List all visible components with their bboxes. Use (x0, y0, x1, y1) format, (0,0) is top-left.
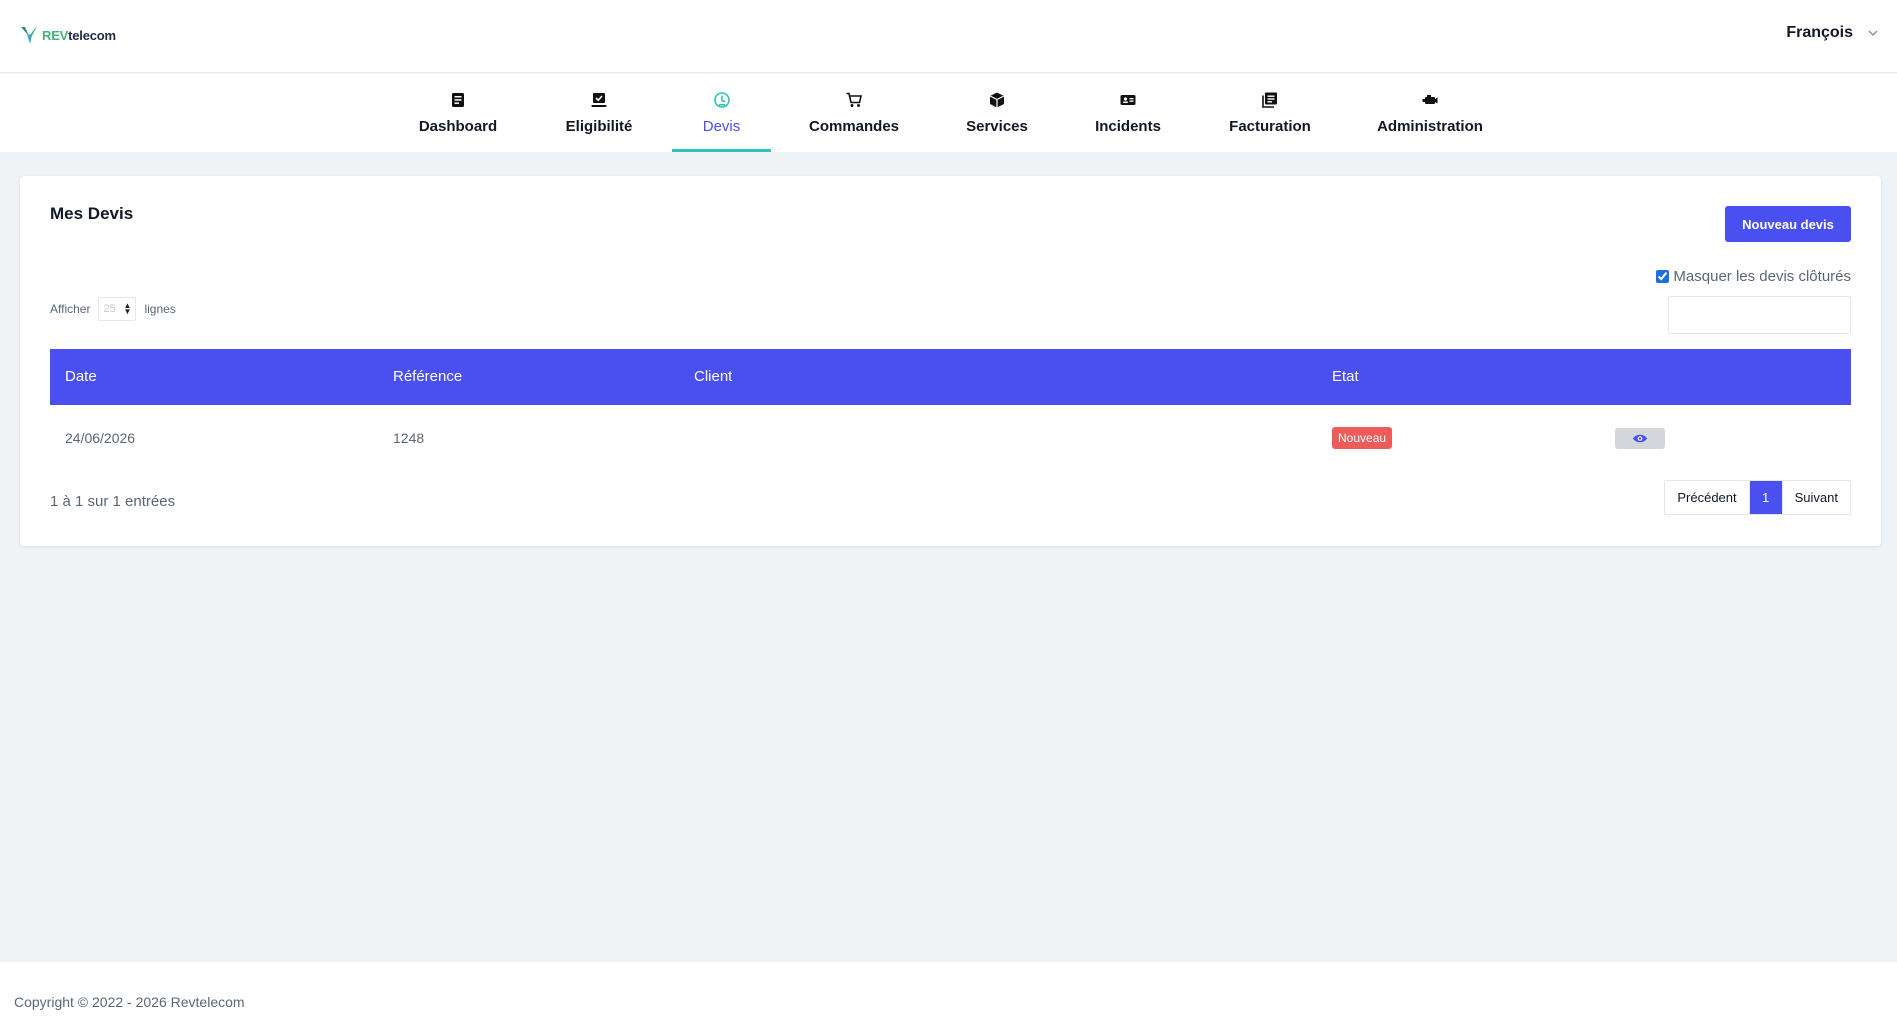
tab-commandes[interactable]: Commandes (808, 74, 900, 152)
tab-label: Commandes (808, 118, 900, 135)
chevron-down-icon (1868, 30, 1878, 36)
page-length-control: Afficher 25 ▲ ▼ lignes (50, 297, 176, 321)
tab-label: Incidents (1095, 118, 1161, 135)
quotes-card: Mes Devis Nouveau devis Masquer les devi… (20, 176, 1881, 546)
logo-text: REVtelecom (42, 27, 116, 43)
sort-arrows-icon: ▲ ▼ (123, 301, 132, 316)
copyright-text: Copyright © 2022 - 2026 Revtelecom (14, 994, 245, 1010)
column-header-date[interactable]: Date (65, 368, 97, 385)
top-header: REVtelecom François (0, 0, 1897, 73)
pagination-previous[interactable]: Précédent (1665, 481, 1749, 514)
invoice-icon (1262, 92, 1277, 108)
tab-administration[interactable]: Administration (1377, 74, 1483, 152)
hide-closed-checkbox[interactable] (1656, 270, 1670, 283)
pagination: Précédent 1 Suivant (1664, 480, 1851, 515)
dashboard-icon (452, 93, 464, 107)
table-row[interactable]: 24/06/2026 1248 Nouveau (50, 405, 1851, 471)
eligibility-icon (591, 93, 607, 107)
pagination-next[interactable]: Suivant (1781, 481, 1850, 514)
tab-services[interactable]: Services (966, 74, 1028, 152)
tab-label: Administration (1377, 118, 1483, 135)
hide-closed-toggle[interactable]: Masquer les devis clôturés (1656, 268, 1851, 285)
tab-label: Facturation (1229, 118, 1311, 135)
tab-incidents[interactable]: Incidents (1095, 74, 1161, 152)
logo-icon (21, 26, 37, 44)
tab-label: Services (966, 118, 1028, 135)
view-quote-button[interactable] (1615, 428, 1665, 449)
brand-logo[interactable]: REVtelecom (19, 24, 116, 46)
tab-facturation[interactable]: Facturation (1229, 74, 1311, 152)
tab-label: Dashboard (418, 118, 498, 135)
cell-reference: 1248 (393, 430, 425, 446)
admin-icon (1422, 95, 1438, 104)
new-quote-button[interactable]: Nouveau devis (1725, 206, 1851, 242)
tab-eligibilite[interactable]: Eligibilité (563, 74, 635, 152)
ticket-icon (1120, 95, 1136, 105)
table-header: Date Référence Client Etat (50, 349, 1851, 405)
tab-devis[interactable]: Devis (672, 74, 771, 152)
cart-icon (846, 92, 863, 107)
page-footer: Copyright © 2022 - 2026 Revtelecom (0, 962, 1897, 1017)
quotes-table: Date Référence Client Etat 24/06/2026 12… (50, 349, 1851, 471)
column-header-client[interactable]: Client (694, 368, 732, 385)
hide-closed-label: Masquer les devis clôturés (1673, 268, 1851, 285)
page-length-value: 25 (103, 303, 116, 315)
user-menu[interactable]: François (1786, 24, 1879, 42)
page-length-select[interactable]: 25 ▲ ▼ (98, 297, 137, 321)
table-info: 1 à 1 sur 1 entrées (50, 493, 176, 510)
tab-label: Devis (702, 118, 741, 135)
tab-label: Eligibilité (565, 118, 633, 135)
main-nav: Dashboard Eligibilité Devis Commandes Se… (0, 74, 1897, 152)
status-badge: Nouveau (1332, 427, 1393, 449)
length-prefix: Afficher (50, 302, 91, 316)
eye-icon (1633, 434, 1647, 443)
pagination-page-current[interactable]: 1 (1748, 481, 1782, 514)
length-suffix: lignes (144, 302, 176, 316)
column-header-etat[interactable]: Etat (1332, 368, 1359, 385)
cell-date: 24/06/2026 (65, 430, 136, 446)
column-header-reference[interactable]: Référence (393, 368, 462, 385)
page-title: Mes Devis (50, 204, 134, 223)
tab-dashboard[interactable]: Dashboard (418, 74, 498, 152)
box-icon (989, 92, 1005, 108)
search-input[interactable] (1668, 296, 1851, 334)
user-name: François (1786, 24, 1853, 41)
quote-icon (713, 92, 730, 108)
